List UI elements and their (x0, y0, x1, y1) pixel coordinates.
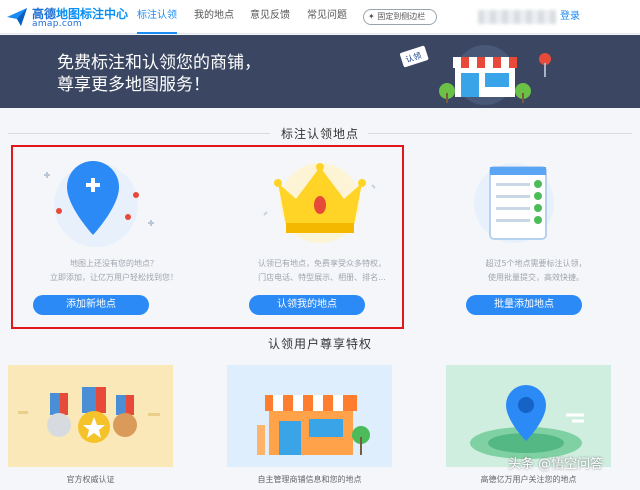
pin-to-sidebar-button[interactable]: ✦ 固定到侧边栏 (363, 9, 437, 25)
perk-label: 自主管理商铺信息和您的地点 (257, 475, 362, 484)
tab-claim-locations[interactable]: 标注认领 (137, 0, 177, 34)
storefront-illustration: 认领 (399, 45, 551, 105)
section-title-claim: 标注认领地点 (0, 125, 640, 142)
paper-plane-logo-icon (7, 8, 27, 26)
login-link[interactable]: 登录 (560, 0, 580, 33)
medals-icon (18, 387, 160, 443)
tab-faq[interactable]: 常见问题 (307, 0, 347, 34)
shop-storefront-icon (257, 395, 370, 455)
bulk-add-places-button[interactable]: 批量添加地点 (466, 295, 582, 315)
location-pin-globe-icon (470, 385, 584, 459)
perk-user-attention (446, 365, 611, 467)
perk-official-certification (8, 365, 173, 467)
divider-line (8, 133, 270, 134)
perk-self-management (227, 365, 392, 467)
tab-feedback[interactable]: 意见反馈 (250, 0, 290, 34)
pin-icon: ✦ (368, 12, 375, 21)
watermark-text: 头条 @悟空问答 (508, 457, 604, 472)
banner-headline: 免费标注和认领您的商铺， 尊享更多地图服务！ (57, 53, 261, 95)
perk-label: 官方权威认证 (66, 475, 115, 484)
blurred-username (478, 10, 556, 24)
section-title-perks: 认领用户尊享特权 (267, 337, 372, 351)
promo-banner: 免费标注和认领您的商铺， 尊享更多地图服务！ 认领 (0, 35, 640, 108)
logo-domain: amap.com (32, 19, 82, 29)
checklist-document-icon (474, 163, 554, 243)
highlight-annotation-box (11, 145, 404, 329)
card-description: 超过5个地点需要标注认领， 使用批量提交，高效快捷。 (485, 259, 587, 282)
tab-my-locations[interactable]: 我的地点 (194, 0, 234, 34)
top-navigation-bar: 高德地图标注中心 amap.com 标注认领 我的地点 意见反馈 常见问题 ✦ … (0, 0, 640, 34)
perk-label: 高德亿万用户关注您的地点 (480, 475, 577, 484)
amap-logo[interactable]: 高德地图标注中心 amap.com (6, 4, 146, 30)
divider-line (368, 133, 632, 134)
card-bulk-add: 超过5个地点需要标注认领， 使用批量提交，高效快捷。 批量添加地点 (440, 145, 632, 327)
